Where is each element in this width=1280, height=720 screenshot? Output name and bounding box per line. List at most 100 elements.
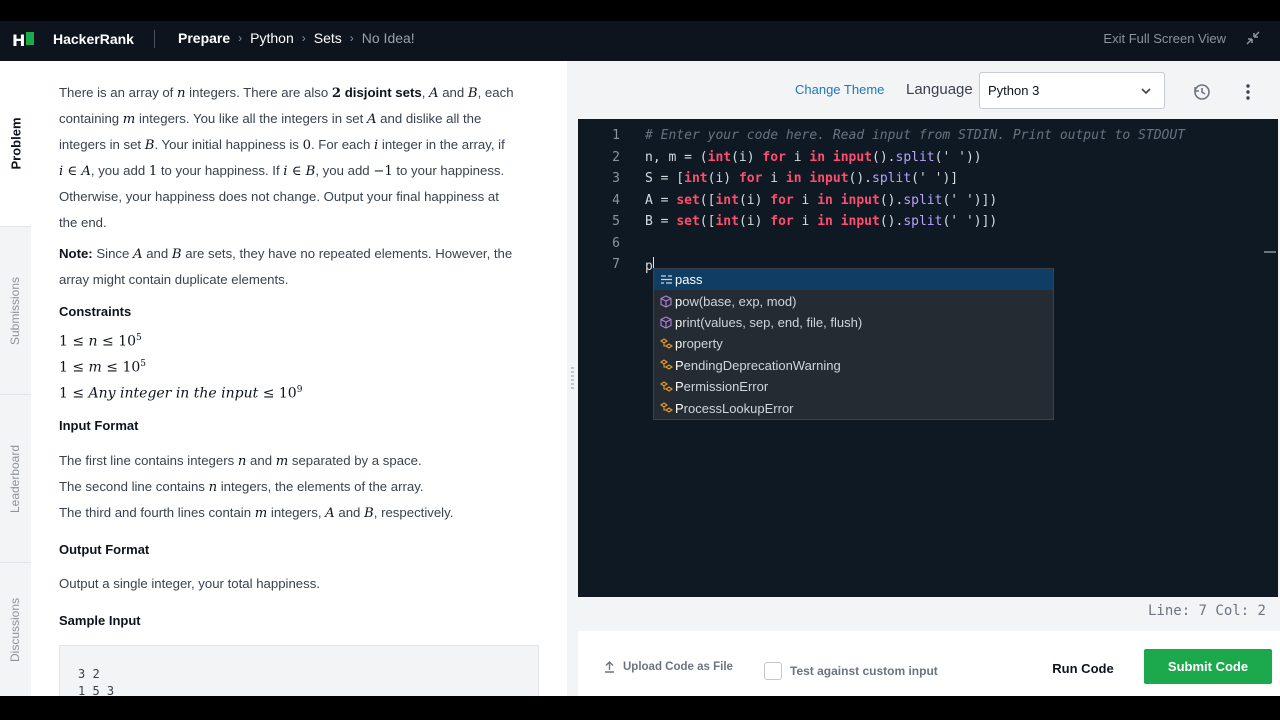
hackerrank-logo[interactable]: H	[12, 31, 25, 50]
method-cube-icon	[657, 316, 675, 329]
panel-resize-handle[interactable]	[567, 61, 578, 696]
text: Since	[92, 246, 134, 261]
scrollbar-marker[interactable]	[1264, 251, 1276, 253]
math-var: n	[88, 333, 98, 350]
suggestion-item[interactable]: property	[654, 333, 1053, 354]
math-expr: i ∈ B	[283, 164, 316, 179]
text: , respectively.	[373, 505, 454, 520]
text: integers in set	[59, 137, 145, 152]
change-theme-link[interactable]: Change Theme	[795, 82, 884, 97]
tab-problem-label: Problem	[8, 117, 24, 170]
suggestion-item[interactable]: PendingDeprecationWarning	[654, 355, 1053, 376]
suggestion-label: pow(base, exp, mod)	[675, 294, 796, 309]
text: . Your initial happiness is	[154, 137, 303, 152]
problem-text-line: integers in set B. Your initial happines…	[59, 132, 505, 159]
note-line: Note: Since A and B are sets, they have …	[59, 241, 512, 268]
sample-input-text: 3 2 1 5 3	[78, 667, 115, 696]
editor-panel: Change Theme Language Python 3 1 2 3 4 5…	[578, 61, 1280, 696]
rest-text: roperty	[682, 336, 723, 352]
text: to your happiness.	[392, 163, 505, 178]
breadcrumb-sets[interactable]: Sets	[314, 30, 342, 46]
problem-text-line: Otherwise, your happiness does not chang…	[59, 189, 499, 204]
more-options-icon[interactable]	[1238, 82, 1258, 102]
math-var: m	[122, 112, 136, 127]
problem-text-line: the end.	[59, 215, 107, 230]
rest-text: rocessLookupError	[683, 400, 794, 416]
math-expr: i ∈ A	[59, 164, 91, 179]
constraints-heading: Constraints	[59, 304, 132, 319]
breadcrumb-python[interactable]: Python	[250, 30, 294, 46]
editor-statusbar: Line: 7 Col: 2	[578, 597, 1278, 625]
math-var: A	[366, 112, 377, 127]
output-format-text: Output a single integer, your total happ…	[59, 576, 320, 591]
run-code-button[interactable]: Run Code	[1028, 649, 1138, 687]
tab-leaderboard[interactable]: Leaderboard	[0, 394, 31, 562]
cursor-position: Line: 7 Col: 2	[1147, 603, 1266, 619]
suggestion-item[interactable]: PermissionError	[654, 376, 1053, 397]
brand-name[interactable]: HackerRank	[53, 31, 134, 47]
language-value: Python 3	[988, 83, 1040, 98]
class-icon	[657, 359, 675, 371]
breadcrumb-prepare[interactable]: Prepare	[178, 30, 230, 46]
upload-label: Upload Code as File	[623, 661, 733, 673]
upload-code-button[interactable]: Upload Code as File	[604, 661, 733, 673]
submit-code-button[interactable]: Submit Code	[1144, 649, 1272, 684]
suggestion-item[interactable]: pass	[654, 269, 1053, 291]
math-num: 1	[148, 164, 158, 179]
math-exp: 9	[296, 385, 303, 395]
line-number: 5	[612, 214, 620, 229]
suggestion-item[interactable]: print(values, sep, end, file, flush)	[654, 312, 1053, 333]
code-line: S = [int(i) for i in input().split(' ')]	[645, 171, 959, 186]
keyword-icon	[657, 274, 675, 285]
line-number: 7	[612, 257, 620, 272]
math-num: 2	[331, 86, 342, 101]
rest-text: endingDeprecationWarning	[683, 357, 841, 373]
custom-input-checkbox[interactable]	[764, 662, 782, 680]
exit-fullscreen-link[interactable]: Exit Full Screen View	[1103, 31, 1226, 46]
math-num: 1 ≤	[59, 385, 89, 402]
constraint-line: 1 ≤ Any integer in the input ≤ 109	[59, 377, 302, 407]
input-format-heading: Input Format	[59, 418, 139, 433]
top-black-bar	[0, 0, 1280, 21]
logo-green-block	[26, 32, 34, 45]
nav-divider	[154, 30, 155, 48]
top-nav: H HackerRank Prepare › Python › Sets › N…	[0, 21, 1280, 61]
match-text: P	[675, 400, 684, 416]
autocomplete-popup: pass pow(base, exp, mod) print(values, s…	[653, 268, 1054, 420]
math-var: B	[364, 506, 374, 521]
chevron-right-icon: ›	[238, 31, 243, 45]
text: are sets, they have no repeated elements…	[181, 246, 513, 261]
text: integers. There are also	[185, 85, 332, 100]
editor-toolbar: Change Theme Language Python 3	[578, 61, 1280, 119]
chevron-right-icon: ›	[301, 31, 306, 45]
drag-dots-icon	[571, 367, 574, 389]
tab-submissions[interactable]: Submissions	[0, 226, 31, 394]
tab-problem[interactable]: Problem	[0, 61, 31, 226]
text: , each	[477, 85, 514, 100]
input-format-line: The second line contains n integers, the…	[59, 474, 424, 501]
math-var: A	[429, 86, 439, 101]
rest-text: ow(base, exp, mod)	[682, 293, 797, 309]
text: ,	[421, 85, 430, 100]
method-cube-icon	[657, 294, 675, 308]
math-num: ≤ 10	[97, 333, 137, 350]
restore-history-icon[interactable]	[1192, 82, 1212, 102]
breadcrumb: Prepare › Python › Sets › No Idea!	[178, 30, 415, 46]
line-number-gutter: 1 2 3 4 5 6 7	[578, 119, 638, 597]
chevron-down-icon	[1141, 88, 1151, 95]
suggestion-item[interactable]: pow(base, exp, mod)	[654, 290, 1053, 311]
language-select[interactable]: Python 3	[979, 72, 1165, 109]
math-var: B	[144, 138, 155, 153]
math-num: ≤ 10	[101, 359, 141, 376]
text: to your happiness. If	[157, 163, 284, 178]
tab-discussions[interactable]: Discussions	[0, 562, 31, 696]
breadcrumb-current: No Idea!	[361, 30, 415, 46]
chevron-right-icon: ›	[349, 31, 354, 45]
match-text: P	[675, 357, 684, 373]
math-var: m	[88, 359, 102, 376]
suggestion-item[interactable]: ProcessLookupError	[654, 397, 1053, 418]
collapse-fullscreen-icon[interactable]	[1244, 29, 1262, 47]
text: and	[246, 453, 276, 468]
custom-input-label[interactable]: Test against custom input	[790, 664, 938, 678]
code-editor[interactable]: 1 2 3 4 5 6 7 # Enter your code here. Re…	[578, 119, 1278, 597]
